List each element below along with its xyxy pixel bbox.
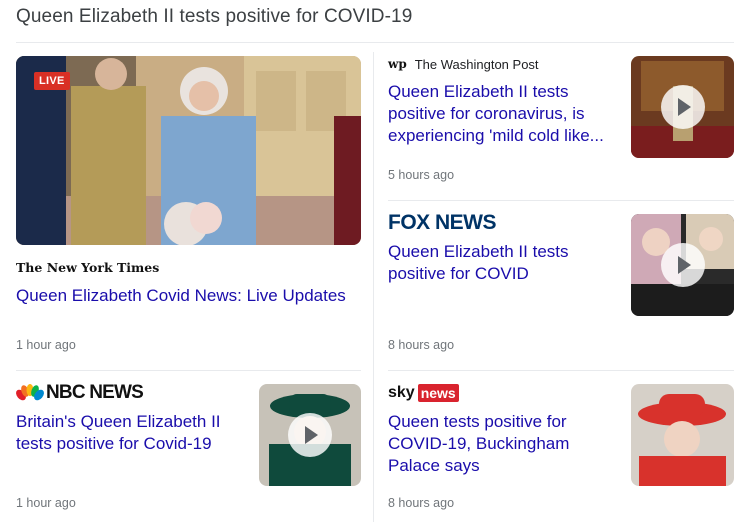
divider xyxy=(16,42,734,43)
headline-link[interactable]: Queen tests positive for COVID-19, Bucki… xyxy=(388,411,614,477)
headline-link[interactable]: Queen Elizabeth II tests positive for CO… xyxy=(388,241,614,285)
play-icon[interactable] xyxy=(660,243,705,287)
divider xyxy=(388,200,734,201)
news-card-nyt[interactable]: LIVE The New York Times Queen Elizabeth … xyxy=(16,56,361,356)
source-fox-logo: FOX NEWS xyxy=(388,211,497,234)
source-nbc-logo: NBC NEWS xyxy=(16,382,144,404)
video-thumbnail[interactable] xyxy=(631,56,734,158)
headline-link[interactable]: Britain's Queen Elizabeth II tests posit… xyxy=(16,411,242,455)
headline-link[interactable]: Queen Elizabeth II tests positive for co… xyxy=(388,81,614,147)
source-sky-logo: sky news xyxy=(388,383,459,403)
play-icon[interactable] xyxy=(288,413,332,457)
live-badge: LIVE xyxy=(34,72,70,90)
timestamp: 8 hours ago xyxy=(388,496,455,510)
timestamp: 8 hours ago xyxy=(388,338,455,352)
video-thumbnail[interactable] xyxy=(259,384,361,486)
wapo-icon: wp xyxy=(388,57,407,71)
play-icon[interactable] xyxy=(660,85,705,129)
timestamp: 1 hour ago xyxy=(16,496,76,510)
page-title: Queen Elizabeth II tests positive for CO… xyxy=(16,6,413,27)
article-image[interactable]: LIVE xyxy=(16,56,361,245)
video-thumbnail[interactable] xyxy=(631,214,734,316)
source-wapo-logo: wp The Washington Post xyxy=(388,56,539,72)
divider xyxy=(16,370,361,371)
news-card-wapo[interactable]: wp The Washington Post Queen Elizabeth I… xyxy=(388,56,734,188)
nbc-peacock-icon xyxy=(16,384,44,401)
news-card-sky[interactable]: sky news Queen tests positive for COVID-… xyxy=(388,382,734,518)
timestamp: 1 hour ago xyxy=(16,338,76,352)
source-nyt-logo: The New York Times xyxy=(16,259,160,275)
divider xyxy=(388,370,734,371)
column-divider xyxy=(373,52,374,522)
headline-link[interactable]: Queen Elizabeth Covid News: Live Updates xyxy=(16,285,361,307)
timestamp: 5 hours ago xyxy=(388,168,455,182)
news-card-fox[interactable]: FOX NEWS Queen Elizabeth II tests positi… xyxy=(388,211,734,360)
news-card-nbc[interactable]: NBC NEWS Britain's Queen Elizabeth II te… xyxy=(16,382,361,518)
article-thumbnail[interactable] xyxy=(631,384,734,486)
